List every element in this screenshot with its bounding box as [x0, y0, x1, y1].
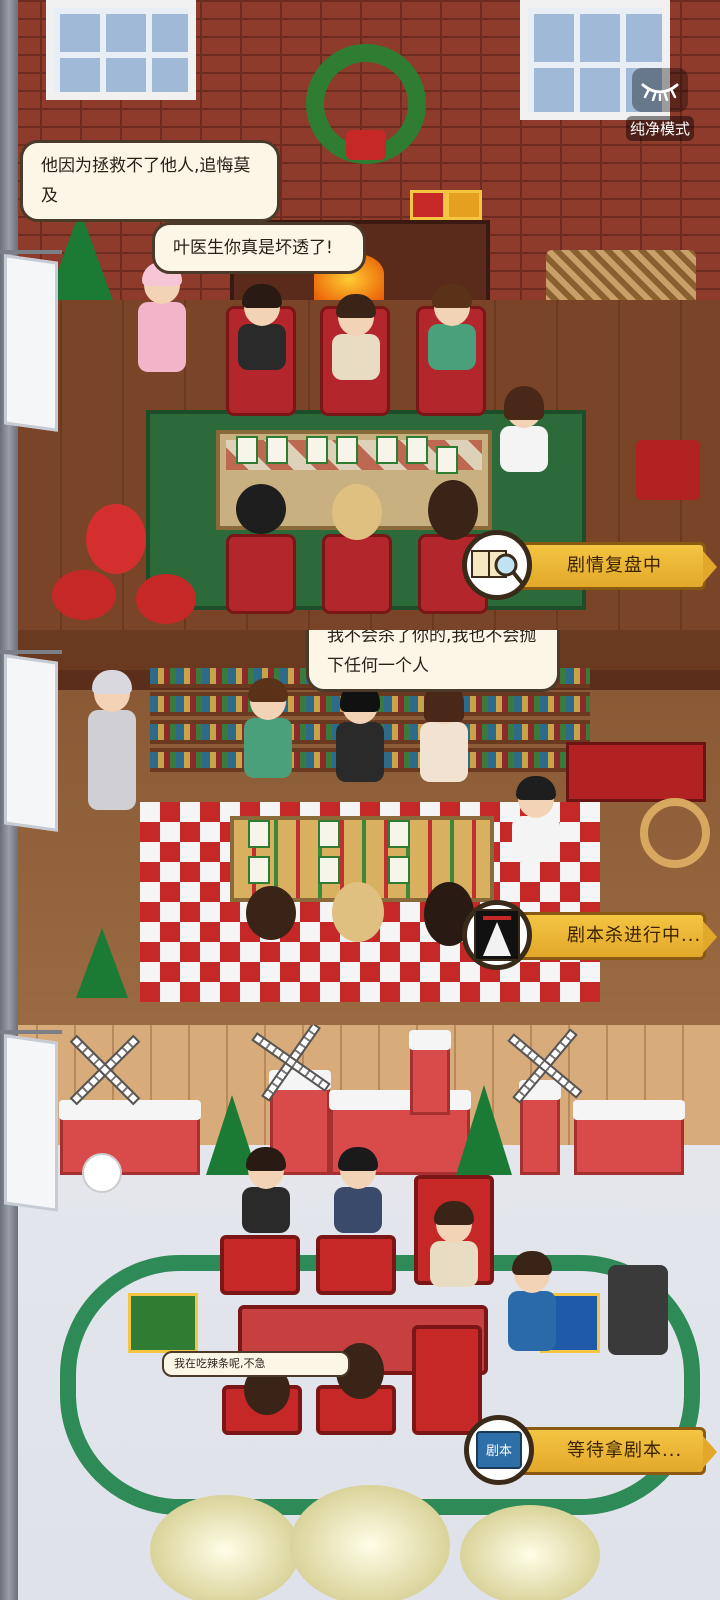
windmill [60, 1025, 150, 1115]
toy-house [573, 1100, 685, 1175]
snow-bush [460, 1505, 600, 1600]
player-character[interactable] [330, 294, 382, 388]
wreath-bow [346, 130, 386, 160]
dialogue-bubble: 他因为拯救不了他人,追悔莫及 [20, 140, 280, 222]
room-library[interactable]: 我不会杀了你的,我也不会抛下任何一个人 剧本杀进行中... [0, 630, 720, 1025]
chair [226, 534, 296, 614]
snow-bush [150, 1495, 300, 1600]
rail-signal [608, 1265, 668, 1355]
pure-mode-label: 纯净模式 [625, 116, 694, 141]
closed-eye-icon [632, 68, 688, 112]
dialogue-text: 我在吃辣条呢,不急 [174, 1357, 266, 1370]
room-flag [4, 254, 58, 432]
snow-bush [290, 1485, 450, 1600]
player-character[interactable] [242, 678, 294, 792]
player-character[interactable] [428, 1201, 480, 1295]
windmill [246, 1025, 336, 1107]
status-label: 剧情复盘中 [567, 555, 662, 576]
script-book-icon: 剧本 [476, 1431, 522, 1469]
train-engine [412, 1325, 482, 1435]
flag-pole [0, 1030, 62, 1034]
player-character[interactable] [332, 1147, 384, 1251]
snowman [82, 1153, 122, 1193]
host-character[interactable] [498, 386, 550, 490]
chair [322, 534, 392, 614]
player-character[interactable] [426, 284, 478, 378]
room-christmas-living[interactable]: 他因为拯救不了他人,追悔莫及 叶医生你真是坏透了! 剧情复盘中 [0, 0, 720, 630]
room-flag [4, 654, 58, 832]
dialogue-bubble: 我在吃辣条呢,不急 [162, 1351, 350, 1377]
candle-stand [636, 440, 700, 500]
decor-cabinet [566, 742, 706, 802]
room-toy-train[interactable]: 我在吃辣条呢,不急 剧本 等待拿剧本... [0, 1025, 720, 1600]
toy-tower [409, 1030, 451, 1115]
player-head-back [332, 484, 382, 540]
host-character[interactable] [506, 1251, 558, 1365]
dialogue-text: 他因为拯救不了他人,追悔莫及 [41, 156, 251, 206]
ornament-ball [136, 574, 196, 624]
flag-pole [0, 250, 62, 254]
host-character-bunny[interactable] [86, 670, 138, 824]
gift-box [410, 190, 446, 220]
player-head-back [246, 886, 296, 940]
status-badge[interactable]: 剧本 [464, 1415, 534, 1485]
santa-inflatable [86, 504, 146, 574]
player-character[interactable] [418, 682, 470, 796]
dialogue-bubble: 我不会杀了你的,我也不会抛下任何一个人 [306, 630, 560, 692]
player-character[interactable] [240, 1147, 292, 1251]
dialogue-bubble: 叶医生你真是坏透了! [152, 222, 366, 274]
windmill [500, 1025, 590, 1111]
player-character[interactable] [236, 284, 288, 378]
dialogue-text: 我不会杀了你的,我也不会抛下任何一个人 [327, 630, 537, 676]
magnifier-book-icon [471, 550, 524, 585]
player-head-back [332, 882, 384, 942]
dialogue-text: 叶医生你真是坏透了! [173, 238, 333, 258]
room-flag [4, 1034, 58, 1212]
window [46, 0, 196, 100]
toy-house [59, 1100, 201, 1175]
player-character[interactable] [334, 682, 386, 796]
cargo-box [128, 1293, 198, 1353]
christmas-tree [76, 928, 128, 998]
ornament-ball [52, 570, 116, 620]
wheel-chandelier [640, 798, 710, 868]
christmas-tree [456, 1085, 512, 1175]
gift-box [446, 190, 482, 220]
status-label: 剧本杀进行中... [567, 925, 702, 946]
script-cover-icon [474, 909, 520, 961]
flag-pole [0, 650, 62, 654]
status-badge[interactable] [462, 530, 532, 600]
player-head-back [428, 480, 478, 540]
pure-mode-toggle[interactable]: 纯净模式 [618, 68, 702, 144]
status-label: 等待拿剧本... [567, 1440, 683, 1461]
host-character-bunny[interactable] [136, 262, 188, 386]
host-character[interactable] [510, 776, 562, 880]
status-badge[interactable] [462, 900, 532, 970]
script-book-label: 剧本 [486, 1444, 512, 1459]
player-head-back [236, 484, 286, 534]
